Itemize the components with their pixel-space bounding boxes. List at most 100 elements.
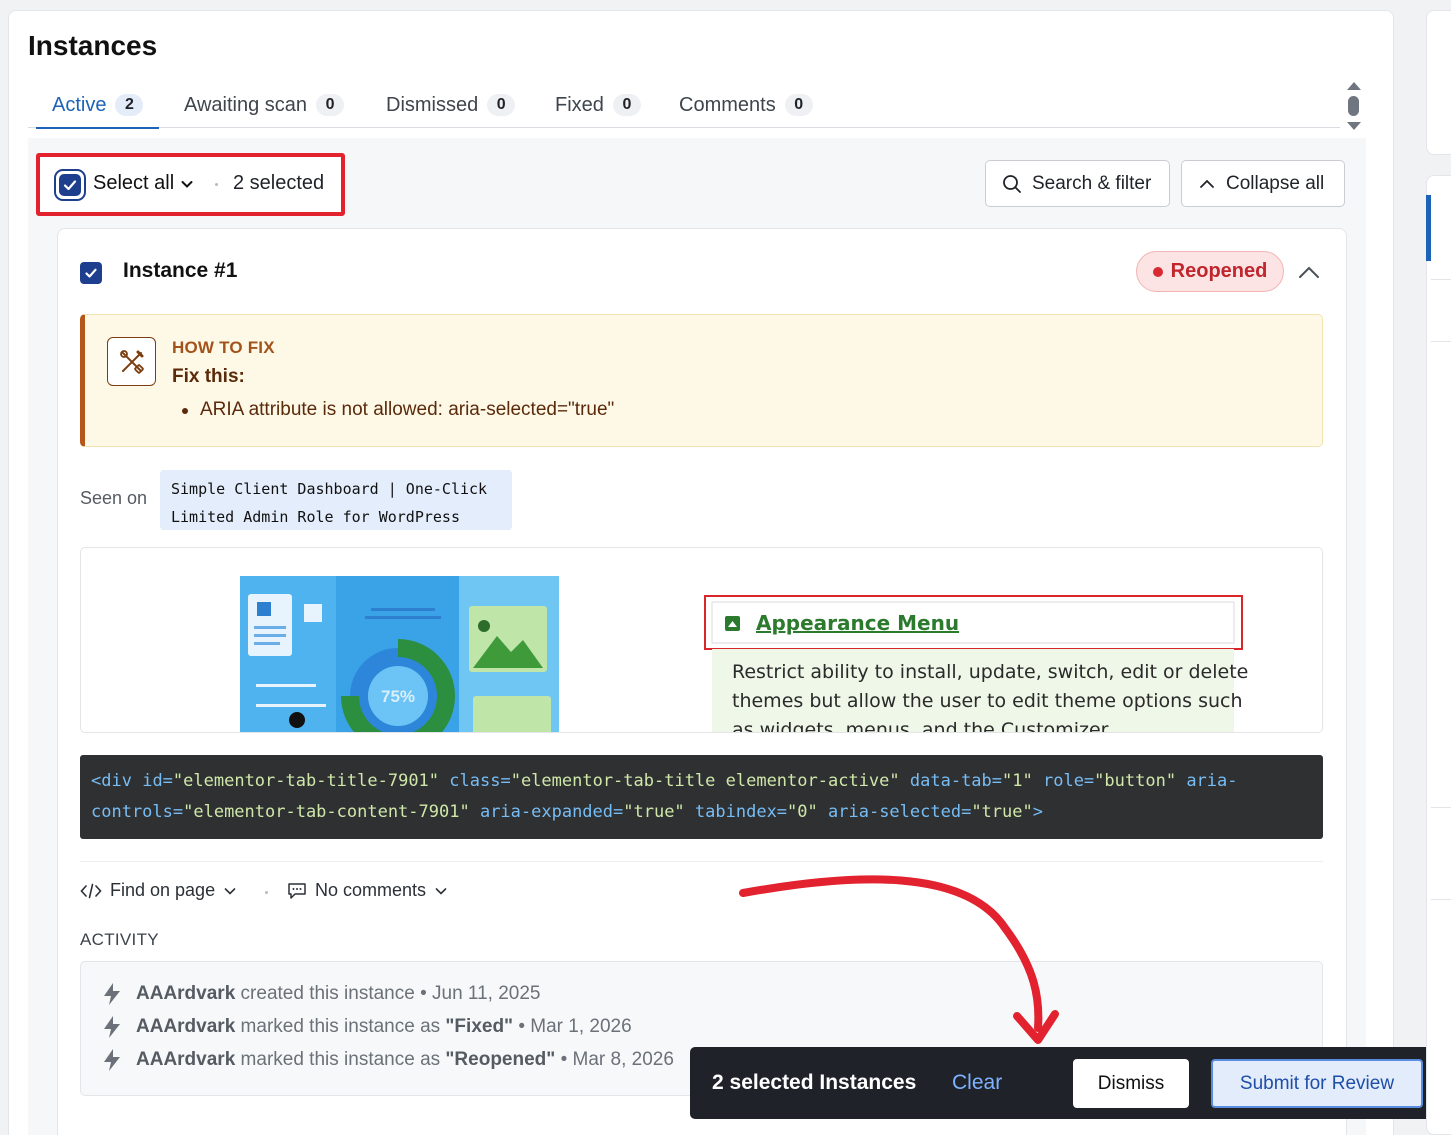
code-line: controls="elementor-tab-content-7901" ar… xyxy=(91,797,1312,828)
code-token: > xyxy=(1032,802,1043,822)
lightning-icon xyxy=(104,983,120,1005)
activity-status: "Fixed" xyxy=(445,1016,514,1037)
how-to-fix-box xyxy=(80,314,1323,447)
instance-checkbox[interactable] xyxy=(80,262,102,284)
select-all-checkbox[interactable] xyxy=(54,169,86,201)
select-all-dropdown[interactable]: Select all xyxy=(93,172,194,195)
chevron-up-icon xyxy=(1200,179,1214,188)
code-token: "elementor-tab-title-7901" xyxy=(172,771,440,791)
activity-item: AAArdvark created this instance • Jun 11… xyxy=(100,982,541,1006)
code-token: "elementor-tab-content-7901" xyxy=(183,802,470,822)
side-panel-card xyxy=(1426,175,1451,1135)
select-all-label: Select all xyxy=(93,172,175,194)
annotation-arrow xyxy=(739,875,1059,1044)
chevron-down-icon xyxy=(435,887,447,895)
fix-item: ARIA attribute is not allowed: aria-sele… xyxy=(181,399,615,420)
scroll-thumb[interactable] xyxy=(1348,96,1359,116)
no-comments-label: No comments xyxy=(315,880,427,900)
screenshot-desc-line: themes but allow the user to edit theme … xyxy=(732,690,1243,712)
tab-bar: Active 2 Awaiting scan 0 Dismissed 0 Fix… xyxy=(28,82,1340,129)
activity-user: AAArdvark xyxy=(136,1049,236,1070)
tab-scrollbar[interactable] xyxy=(1346,82,1362,132)
code-token: "true" xyxy=(971,802,1033,822)
clear-selection-link[interactable]: Clear xyxy=(952,1071,1002,1095)
status-dot-icon xyxy=(1152,266,1163,277)
tab-count: 0 xyxy=(784,94,813,116)
code-token: "1" xyxy=(1002,771,1033,791)
divider xyxy=(1431,807,1451,808)
activity-user: AAArdvark xyxy=(136,1016,236,1037)
code-token: tabindex= xyxy=(694,802,788,822)
activity-status: "Reopened" xyxy=(445,1049,556,1070)
code-token: aria-expanded= xyxy=(479,802,624,822)
tab-active[interactable]: Active 2 xyxy=(35,82,161,129)
search-filter-label: Search & filter xyxy=(1032,172,1152,194)
code-token: aria- xyxy=(1186,771,1238,791)
instance-title: Instance #1 xyxy=(123,259,238,282)
dismiss-button[interactable]: Dismiss xyxy=(1073,1059,1189,1108)
tab-count: 0 xyxy=(612,94,641,116)
tab-dismissed[interactable]: Dismissed 0 xyxy=(386,82,516,128)
activity-action: marked this instance as xyxy=(240,1049,441,1070)
scroll-down-icon[interactable] xyxy=(1347,122,1361,130)
tab-count: 0 xyxy=(487,94,516,116)
code-token: "button" xyxy=(1094,771,1177,791)
tab-label: Awaiting scan xyxy=(184,93,308,116)
activity-date: • Jun 11, 2025 xyxy=(420,983,541,1004)
status-label: Reopened xyxy=(1170,260,1268,282)
submit-for-review-button[interactable]: Submit for Review xyxy=(1211,1059,1423,1108)
tab-label: Active xyxy=(52,93,107,116)
tab-label: Dismissed xyxy=(386,93,479,116)
donut-label: 75% xyxy=(381,687,415,706)
fix-heading: Fix this: xyxy=(172,366,245,387)
code-snippet: <div id="elementor-tab-title-7901" class… xyxy=(80,755,1323,839)
code-token: "elementor-tab-title elementor-active" xyxy=(510,771,900,791)
code-icon xyxy=(80,883,102,898)
activity-item: AAArdvark marked this instance as "Fixed… xyxy=(100,1015,632,1039)
comments-dropdown[interactable]: No comments xyxy=(287,880,448,901)
code-token: aria-selected= xyxy=(828,802,972,822)
code-token: "0" xyxy=(787,802,818,822)
code-token: "true" xyxy=(623,802,685,822)
bulk-action-bar: 2 selected Instances Clear Dismiss Submi… xyxy=(690,1047,1447,1119)
activity-date: • Mar 1, 2026 xyxy=(518,1016,632,1037)
seen-on-label: Seen on xyxy=(80,488,148,508)
side-panel-card xyxy=(1426,10,1451,155)
how-to-fix-label: HOW TO FIX xyxy=(172,338,275,357)
seen-on-line: Simple Client Dashboard | One-Click xyxy=(171,480,488,498)
divider xyxy=(80,861,1323,862)
element-screenshot: 75% Appearance Menu Restrict ability to … xyxy=(80,547,1323,733)
appearance-menu-link: Appearance Menu xyxy=(756,611,960,635)
code-line: <div id="elementor-tab-title-7901" class… xyxy=(91,766,1312,797)
status-badge: Reopened xyxy=(1136,251,1284,292)
search-filter-button[interactable]: Search & filter xyxy=(985,160,1170,207)
collapse-all-button[interactable]: Collapse all xyxy=(1181,160,1345,207)
activity-action: marked this instance as xyxy=(240,1016,441,1037)
code-token: class= xyxy=(449,771,511,791)
page-title: Instances xyxy=(28,30,158,61)
chevron-down-icon xyxy=(181,180,193,188)
tab-awaiting-scan[interactable]: Awaiting scan 0 xyxy=(184,82,345,128)
side-panel-active-indicator xyxy=(1426,195,1431,261)
divider xyxy=(1431,899,1451,900)
tab-fixed[interactable]: Fixed 0 xyxy=(555,82,641,128)
divider xyxy=(1431,341,1451,342)
activity-action: created this instance xyxy=(240,983,415,1004)
code-token: controls= xyxy=(91,802,184,822)
find-on-page-label: Find on page xyxy=(110,880,216,900)
divider xyxy=(1431,279,1451,280)
check-icon xyxy=(85,268,97,278)
collapse-all-label: Collapse all xyxy=(1226,172,1325,194)
code-token: data-tab= xyxy=(909,771,1003,791)
collapse-instance-icon[interactable] xyxy=(1297,262,1321,282)
activity-label: ACTIVITY xyxy=(80,930,159,949)
separator-dot xyxy=(265,891,268,894)
tab-comments[interactable]: Comments 0 xyxy=(679,82,813,128)
seen-on-page[interactable]: Simple Client Dashboard | One-Click Limi… xyxy=(160,470,512,530)
code-token: id= xyxy=(142,771,173,791)
find-on-page-dropdown[interactable]: Find on page xyxy=(80,880,237,901)
comment-icon xyxy=(288,882,306,899)
activity-item: AAArdvark marked this instance as "Reope… xyxy=(100,1048,674,1072)
scroll-up-icon[interactable] xyxy=(1347,82,1361,90)
check-icon xyxy=(63,180,77,191)
